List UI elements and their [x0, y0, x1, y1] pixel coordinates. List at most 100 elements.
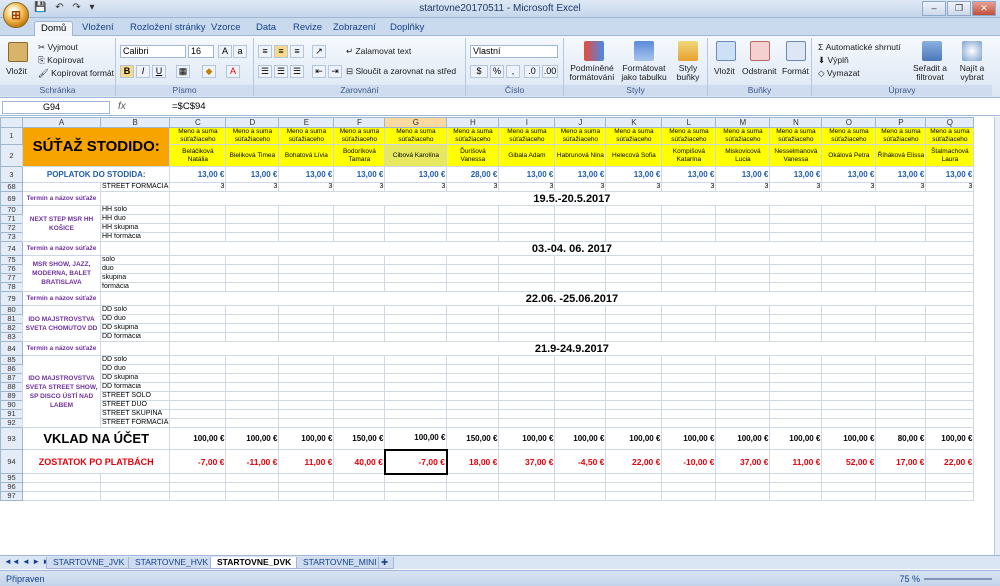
cell[interactable]	[278, 332, 335, 342]
underline-button[interactable]: U	[152, 65, 166, 78]
zoom-level[interactable]: 75 %	[899, 574, 920, 584]
zostatok-value[interactable]: -7,00 €	[169, 449, 227, 474]
cell[interactable]	[605, 355, 663, 365]
merge-center-button[interactable]: ⊟ Sloučit a zarovnat na střed	[346, 66, 456, 77]
clear-button[interactable]: ◇ Vymazat	[818, 68, 860, 79]
new-sheet-icon[interactable]: ✚	[378, 557, 394, 569]
cell[interactable]	[875, 418, 927, 428]
cell[interactable]	[498, 282, 556, 292]
cell[interactable]	[661, 214, 717, 224]
cell[interactable]	[498, 264, 556, 274]
cell[interactable]	[446, 332, 500, 342]
tab-zobrazeni[interactable]: Zobrazení	[327, 21, 382, 36]
cell[interactable]	[333, 491, 386, 501]
cell[interactable]	[715, 305, 771, 315]
cell[interactable]	[498, 409, 556, 419]
zostatok-value[interactable]: 17,00 €	[875, 449, 927, 474]
cell[interactable]	[715, 214, 771, 224]
cell[interactable]	[446, 314, 500, 324]
cell[interactable]	[605, 264, 663, 274]
sort-filter-button[interactable]: Seřadit a filtrovat	[910, 64, 950, 82]
cell[interactable]	[99, 473, 171, 483]
cell[interactable]	[384, 482, 448, 492]
cell[interactable]	[278, 355, 335, 365]
sheet-tab-mini[interactable]: STARTOVNE_MINI	[296, 557, 384, 569]
cell[interactable]	[925, 214, 975, 224]
cell[interactable]	[278, 273, 335, 283]
cell[interactable]	[384, 373, 448, 383]
cell[interactable]	[925, 305, 975, 315]
cell-value[interactable]: 3	[605, 182, 663, 192]
cell[interactable]	[498, 491, 556, 501]
cell[interactable]	[661, 255, 717, 265]
fx-icon[interactable]: fx	[118, 101, 126, 112]
cell[interactable]	[821, 223, 877, 233]
cell[interactable]	[715, 391, 771, 401]
vertical-scrollbar[interactable]	[994, 117, 1000, 555]
cell[interactable]	[498, 305, 556, 315]
vklad-value[interactable]: 100,00 €	[661, 427, 717, 450]
cell[interactable]	[821, 364, 877, 374]
cell[interactable]	[225, 323, 280, 333]
cell[interactable]	[446, 232, 500, 242]
vklad-value[interactable]: 100,00 €	[821, 427, 877, 450]
cell[interactable]	[384, 382, 448, 392]
cell[interactable]	[875, 314, 927, 324]
cell[interactable]	[821, 214, 877, 224]
poplatok-value[interactable]: 13,00 €	[169, 166, 227, 183]
fill-color-icon[interactable]: ◆	[202, 65, 216, 78]
cell[interactable]	[661, 473, 717, 483]
cell[interactable]	[169, 332, 227, 342]
poplatok-value[interactable]: 13,00 €	[384, 166, 448, 183]
cell[interactable]	[169, 264, 227, 274]
cell[interactable]	[446, 409, 500, 419]
poplatok-value[interactable]: 13,00 €	[278, 166, 335, 183]
cell[interactable]	[384, 255, 448, 265]
cell[interactable]	[821, 491, 877, 501]
vklad-value[interactable]: 100,00 €	[605, 427, 663, 450]
increase-decimal-icon[interactable]: .0	[524, 65, 540, 78]
cell[interactable]	[769, 409, 823, 419]
sheet-tab-jvk[interactable]: STARTOVNE_JVK	[46, 557, 132, 569]
cell[interactable]	[446, 205, 500, 215]
cell[interactable]	[446, 282, 500, 292]
cell[interactable]	[605, 314, 663, 324]
cell[interactable]	[446, 273, 500, 283]
cell[interactable]	[278, 391, 335, 401]
cell[interactable]	[99, 291, 171, 306]
cell[interactable]	[769, 323, 823, 333]
poplatok-value[interactable]: 13,00 €	[498, 166, 556, 183]
cell[interactable]	[821, 205, 877, 215]
poplatok-value[interactable]: 28,00 €	[446, 166, 500, 183]
insert-button[interactable]: Vložit	[714, 66, 735, 76]
cell[interactable]	[169, 373, 227, 383]
cell[interactable]	[278, 418, 335, 428]
vklad-value[interactable]: 100,00 €	[278, 427, 335, 450]
zostatok-value[interactable]: 37,00 €	[498, 449, 556, 474]
cell[interactable]	[661, 409, 717, 419]
cell[interactable]	[605, 232, 663, 242]
zostatok-value[interactable]: 22,00 €	[605, 449, 663, 474]
vklad-value[interactable]: 100,00 €	[498, 427, 556, 450]
cell[interactable]	[925, 482, 975, 492]
cell[interactable]	[715, 232, 771, 242]
cell[interactable]	[169, 214, 227, 224]
cell[interactable]	[498, 391, 556, 401]
cell[interactable]	[925, 364, 975, 374]
cell[interactable]	[769, 391, 823, 401]
cell[interactable]	[661, 323, 717, 333]
cell[interactable]	[225, 482, 280, 492]
cell[interactable]	[225, 264, 280, 274]
cell[interactable]	[554, 273, 607, 283]
cell[interactable]	[821, 332, 877, 342]
align-center-icon[interactable]: ☰	[274, 65, 288, 78]
vklad-value[interactable]: 100,00 €	[384, 427, 448, 450]
cell[interactable]	[498, 232, 556, 242]
poplatok-value[interactable]: 13,00 €	[661, 166, 717, 183]
cell[interactable]	[661, 491, 717, 501]
select-all-corner[interactable]	[0, 117, 23, 128]
font-color-icon[interactable]: A	[226, 65, 240, 78]
cell[interactable]	[333, 314, 386, 324]
tab-vlozeni[interactable]: Vložení	[76, 21, 120, 36]
column-header-h[interactable]: H	[446, 117, 500, 128]
